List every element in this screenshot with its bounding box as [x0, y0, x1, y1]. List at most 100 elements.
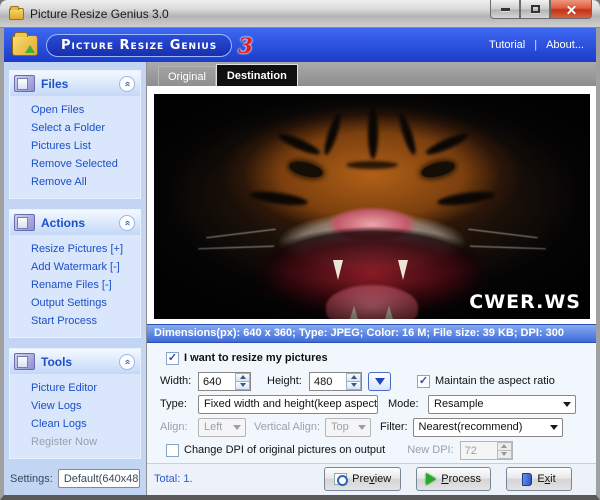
tiger-whisker: [468, 229, 538, 239]
dropdown-arrow-icon: [375, 378, 385, 385]
valign-value: Top: [331, 421, 349, 433]
sidebar-item-add-watermark[interactable]: Add Watermark [-]: [31, 258, 138, 276]
spin-up-icon: [501, 444, 507, 448]
width-spin-down[interactable]: [235, 382, 250, 390]
mode-select[interactable]: Resample: [428, 395, 576, 414]
sidebar-item-remove-selected[interactable]: Remove Selected: [31, 155, 138, 173]
sidebar-item-register-now: Register Now: [31, 433, 138, 451]
dropdown-arrow-icon: [358, 425, 366, 430]
filter-label: Filter:: [380, 421, 408, 433]
tab-destination[interactable]: Destination: [216, 64, 298, 86]
height-spinner: 480: [309, 372, 362, 391]
files-panel-title: Files: [41, 77, 68, 91]
total-count: Total: 1.: [154, 473, 193, 485]
height-input[interactable]: 480: [310, 373, 346, 390]
maintain-aspect-label: Maintain the aspect ratio: [435, 375, 555, 387]
maximize-button[interactable]: [520, 0, 550, 19]
tools-panel-header: Tools «: [10, 349, 140, 374]
valign-label: Vertical Align:: [254, 421, 320, 433]
sidebar-item-rename-files[interactable]: Rename Files [-]: [31, 276, 138, 294]
sidebar-item-open-files[interactable]: Open Files: [31, 101, 138, 119]
tutorial-link[interactable]: Tutorial: [489, 39, 525, 51]
new-dpi-input: 72: [461, 442, 497, 459]
sidebar-item-remove-all[interactable]: Remove All: [31, 173, 138, 191]
minimize-icon: [501, 8, 510, 11]
image-info-bar: Dimensions(px): 640 x 360; Type: JPEG; C…: [147, 324, 596, 343]
exit-button[interactable]: Exit: [506, 467, 572, 491]
spin-up-icon: [351, 375, 357, 379]
tools-collapse-button[interactable]: «: [119, 354, 135, 370]
align-filter-row: Align: Left Vertical Align: Top Filter:: [160, 417, 588, 438]
title-bar: Picture Resize Genius 3.0: [0, 0, 600, 28]
chevron-up-icon: «: [122, 220, 132, 226]
sidebar-item-select-a-folder[interactable]: Select a Folder: [31, 119, 138, 137]
preview-button[interactable]: Preview: [324, 467, 401, 491]
preset-sizes-button[interactable]: [368, 372, 391, 391]
main-area: Files « Open Files Select a Folder Pictu…: [4, 62, 596, 495]
width-spin-up[interactable]: [235, 373, 250, 382]
tab-bar: Original Destination: [147, 62, 596, 86]
sidebar-item-view-logs[interactable]: View Logs: [31, 397, 138, 415]
sidebar-item-picture-editor[interactable]: Picture Editor: [31, 379, 138, 397]
tiger-stripe: [322, 111, 344, 156]
dpi-row: Change DPI of original pictures on outpu…: [160, 440, 588, 461]
tiger-stripe: [368, 107, 378, 159]
filter-select[interactable]: Nearest(recommend): [413, 418, 563, 437]
dimensions-row: Width: 640 Height: 480 ✓ Maintain the as…: [160, 371, 588, 392]
tiger-eye: [288, 160, 324, 181]
sidebar-item-start-process[interactable]: Start Process: [31, 312, 138, 330]
window-title: Picture Resize Genius 3.0: [30, 7, 169, 21]
tiger-stripe: [346, 161, 398, 169]
dropdown-arrow-icon: [233, 425, 241, 430]
sidebar-item-pictures-list[interactable]: Pictures List: [31, 137, 138, 155]
files-panel-header: Files «: [10, 71, 140, 96]
tiger-fang: [350, 306, 358, 319]
resize-checkbox[interactable]: ✓: [166, 352, 179, 365]
settings-value: Default(640x480): [64, 473, 140, 485]
height-spin-down[interactable]: [346, 382, 361, 390]
spin-down-icon: [501, 452, 507, 456]
actions-panel-title: Actions: [41, 216, 85, 230]
dropdown-arrow-icon: [550, 425, 558, 430]
watermark-text: CWER.WS: [469, 291, 581, 313]
files-icon: [14, 75, 35, 92]
sidebar-item-output-settings[interactable]: Output Settings: [31, 294, 138, 312]
about-link[interactable]: About...: [546, 39, 584, 51]
tiger-stripe: [249, 189, 308, 208]
new-dpi-spinner: 72: [460, 441, 513, 460]
tiger-stripe: [396, 111, 418, 156]
tiger-whisker: [207, 229, 277, 239]
new-dpi-spin-up: [497, 442, 512, 451]
chevron-up-icon: «: [122, 359, 132, 365]
close-button[interactable]: [550, 0, 592, 19]
maintain-aspect-checkbox[interactable]: ✓: [417, 375, 430, 388]
files-collapse-button[interactable]: «: [119, 76, 135, 92]
change-dpi-checkbox[interactable]: [166, 444, 179, 457]
height-spin-up[interactable]: [346, 373, 361, 382]
mode-value: Resample: [434, 398, 484, 410]
app-header: Picture Resize Genius 3 Tutorial | About…: [4, 28, 596, 62]
tools-panel: Tools « Picture Editor View Logs Clean L…: [9, 348, 141, 459]
width-input[interactable]: 640: [199, 373, 235, 390]
sidebar-item-clean-logs[interactable]: Clean Logs: [31, 415, 138, 433]
actions-collapse-button[interactable]: «: [119, 215, 135, 231]
tiger-fang: [385, 306, 393, 319]
valign-select: Top: [325, 418, 371, 437]
tiger-whisker: [470, 245, 546, 249]
type-mode-row: Type: Fixed width and height(keep aspect…: [160, 394, 588, 415]
resize-controls: ✓ I want to resize my pictures Width: 64…: [147, 343, 596, 463]
preview-icon: [334, 473, 347, 485]
footer-bar: Total: 1. Preview Process Exit: [147, 463, 596, 495]
type-select[interactable]: Fixed width and height(keep aspect): [198, 395, 378, 414]
type-value: Fixed width and height(keep aspect): [204, 398, 378, 410]
tools-items: Picture Editor View Logs Clean Logs Regi…: [10, 374, 140, 458]
process-button[interactable]: Process: [416, 467, 491, 491]
height-label: Height:: [267, 375, 309, 387]
files-items: Open Files Select a Folder Pictures List…: [10, 96, 140, 198]
tiger-eye: [420, 160, 456, 181]
window-controls: [490, 0, 600, 19]
tab-original[interactable]: Original: [158, 66, 216, 86]
minimize-button[interactable]: [490, 0, 520, 19]
settings-select[interactable]: Default(640x480): [58, 469, 140, 488]
sidebar-item-resize-pictures[interactable]: Resize Pictures [+]: [31, 240, 138, 258]
